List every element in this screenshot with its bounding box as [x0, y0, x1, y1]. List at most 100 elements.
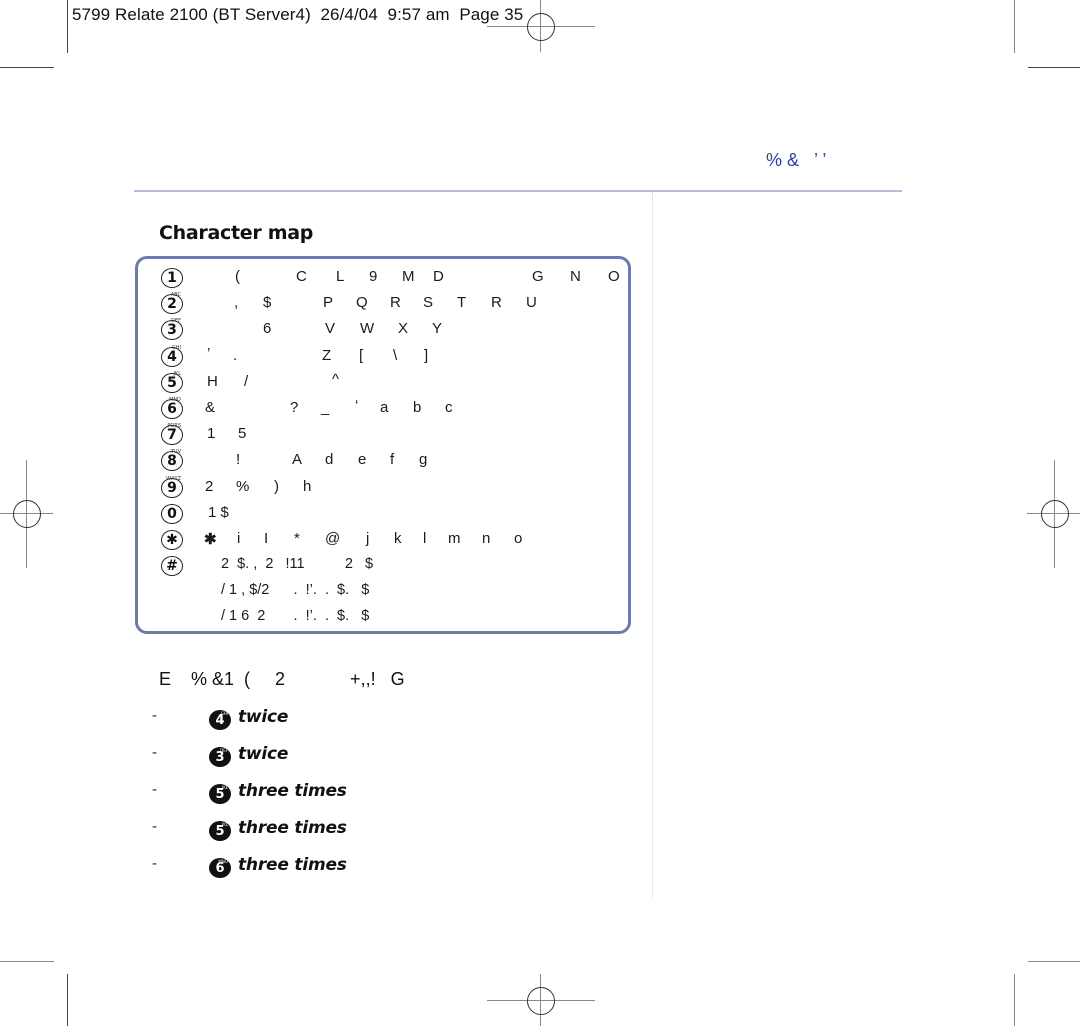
step-instruction: three times [238, 781, 347, 801]
map-char: h [303, 478, 312, 495]
map-char: % [236, 478, 250, 495]
print-slug: 5799 Relate 2100 (BT Server4) 26/4/04 9:… [72, 5, 524, 24]
key-5-icon: 5 JKL [209, 784, 231, 804]
key-4-icon: 4 GHI [209, 710, 231, 730]
map-char: g [419, 451, 428, 468]
map-char: A [292, 451, 303, 468]
map-char: C [296, 268, 307, 285]
crop-mark [1028, 67, 1080, 68]
map-char: 2 [205, 478, 214, 495]
map-char: Z [322, 347, 332, 364]
map-char: ] [424, 347, 429, 364]
map-char: R [491, 294, 502, 311]
map-char: \ [393, 347, 398, 364]
step-instruction: three times [238, 855, 347, 875]
map-char: R [390, 294, 401, 311]
step-instruction: twice [238, 744, 289, 764]
key-2-icon: 2 ABC [161, 292, 183, 314]
map-char: ✱ [204, 531, 217, 548]
map-char: W [360, 320, 375, 337]
step-dash: - [152, 707, 157, 724]
map-char: G [532, 268, 544, 285]
map-char: [ [359, 347, 364, 364]
map-char: 1 $ [208, 504, 229, 521]
map-char: o [514, 530, 523, 547]
map-char: 6 [263, 320, 272, 337]
key-8-icon: 8 TUV [161, 449, 183, 471]
map-line: / 1 6 2 . !’. . $. $ [221, 608, 370, 624]
map-char: H [207, 373, 218, 390]
map-char: Y [432, 320, 443, 337]
map-char: i [237, 530, 241, 547]
running-header: % & ’ ’ [766, 150, 827, 170]
map-char: f [390, 451, 395, 468]
map-char: b [413, 399, 422, 416]
step-dash: - [152, 781, 157, 798]
crop-mark [0, 961, 54, 962]
map-char: d [325, 451, 334, 468]
key-star-icon: ✱ [161, 530, 183, 550]
map-char: n [482, 530, 491, 547]
step-dash: - [152, 744, 157, 761]
map-char: ) [274, 478, 279, 495]
map-char: U [526, 294, 537, 311]
map-char: L [336, 268, 345, 285]
map-char: O [608, 268, 620, 285]
step-instruction: twice [238, 707, 289, 727]
map-char: _ [321, 399, 330, 416]
map-char: S [423, 294, 434, 311]
map-char: / [244, 373, 249, 390]
map-char: l [423, 530, 427, 547]
map-char: ’ [207, 345, 211, 362]
character-map-box [135, 256, 631, 634]
map-char: Q [356, 294, 368, 311]
key-6-icon: 6 MNO [209, 858, 231, 878]
map-char: $ [263, 294, 272, 311]
map-char: D [433, 268, 444, 285]
map-char: , [234, 294, 239, 311]
map-char: I [264, 530, 269, 547]
map-char: ? [290, 399, 299, 416]
key-3-icon: 3 DEF [161, 318, 183, 340]
key-1-icon: 1 [161, 268, 183, 288]
map-char: k [394, 530, 402, 547]
key-7-icon: 7 PQRS [161, 423, 183, 445]
key-9-icon: 9 WXYZ [161, 476, 183, 498]
header-rule [134, 190, 902, 192]
step-dash: - [152, 818, 157, 835]
key-6-icon: 6 MNO [161, 397, 183, 419]
key-5-icon: 5 JKL [209, 821, 231, 841]
key-3-icon: 3 DEF [209, 747, 231, 767]
key-0-icon: 0 [161, 504, 183, 524]
map-char: T [457, 294, 467, 311]
map-char: N [570, 268, 581, 285]
map-char: e [358, 451, 367, 468]
map-char: 1 [207, 425, 216, 442]
crop-mark [1014, 974, 1015, 1026]
column-divider [652, 192, 653, 898]
map-char: M [402, 268, 415, 285]
map-char: X [398, 320, 409, 337]
key-5-icon: 5 JKL [161, 371, 183, 393]
section-title: Character map [159, 222, 314, 244]
map-line: / 1 , $/2 . !’. . $. $ [221, 582, 370, 598]
map-char: j [366, 530, 370, 547]
crop-mark [67, 974, 68, 1026]
map-char: ^ [332, 371, 340, 388]
map-char: ! [236, 451, 241, 468]
map-line: 2 $. , 2 !11 2 $ [221, 556, 374, 572]
crop-mark [0, 67, 54, 68]
map-char: P [323, 294, 334, 311]
step-instruction: three times [238, 818, 347, 838]
map-char: c [445, 399, 453, 416]
crop-mark [1014, 0, 1015, 53]
crop-mark [1028, 961, 1080, 962]
map-char: * [294, 530, 300, 547]
example-intro: E % &1 ( 2 +,,! G [159, 669, 405, 689]
map-char: a [380, 399, 389, 416]
map-char: 5 [238, 425, 247, 442]
map-char: ( [235, 268, 240, 285]
map-char: . [233, 347, 238, 364]
step-dash: - [152, 855, 157, 872]
key-4-icon: 4 GHI [161, 345, 183, 367]
